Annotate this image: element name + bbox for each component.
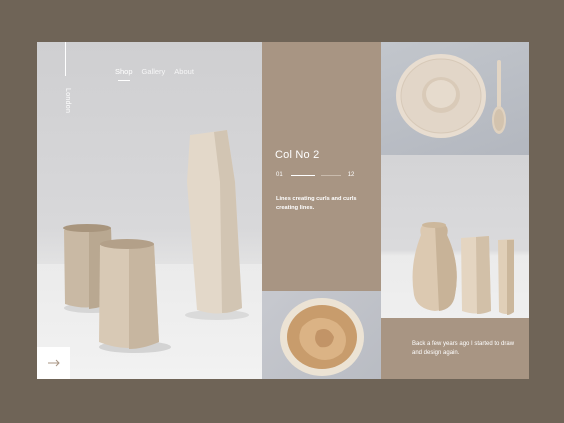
story-panel: Back a few years ago I started to draw a… <box>381 318 529 379</box>
arrow-right-icon <box>47 359 60 367</box>
next-button[interactable] <box>37 347 70 379</box>
collection-description: Lines creating curls and curls creating … <box>276 196 357 211</box>
pager-track <box>320 174 341 176</box>
hero-photo: London Shop Gallery About <box>37 42 262 379</box>
vase-collection-graphic <box>412 222 514 315</box>
plate-and-spoon-image[interactable] <box>381 42 529 155</box>
showcase-frame: London Shop Gallery About Col No 2 01 12… <box>37 42 529 379</box>
vase-collection-image[interactable] <box>381 155 529 318</box>
wooden-vases-image <box>63 130 249 353</box>
story-text: Back a few years ago I started to draw a… <box>412 341 515 356</box>
plate-spoon-graphic <box>396 54 506 138</box>
carved-bowl-graphic <box>280 298 364 376</box>
collection-title: Col No 2 <box>275 149 320 161</box>
pager-current: 01 <box>276 172 283 178</box>
slide-pager[interactable]: 01 12 <box>276 172 354 178</box>
pager-total: 12 <box>347 172 355 178</box>
collection-info-panel: Col No 2 01 12 Lines creating curls and … <box>262 42 381 291</box>
carved-bowl-image[interactable] <box>262 291 381 379</box>
pager-progress <box>290 174 315 176</box>
